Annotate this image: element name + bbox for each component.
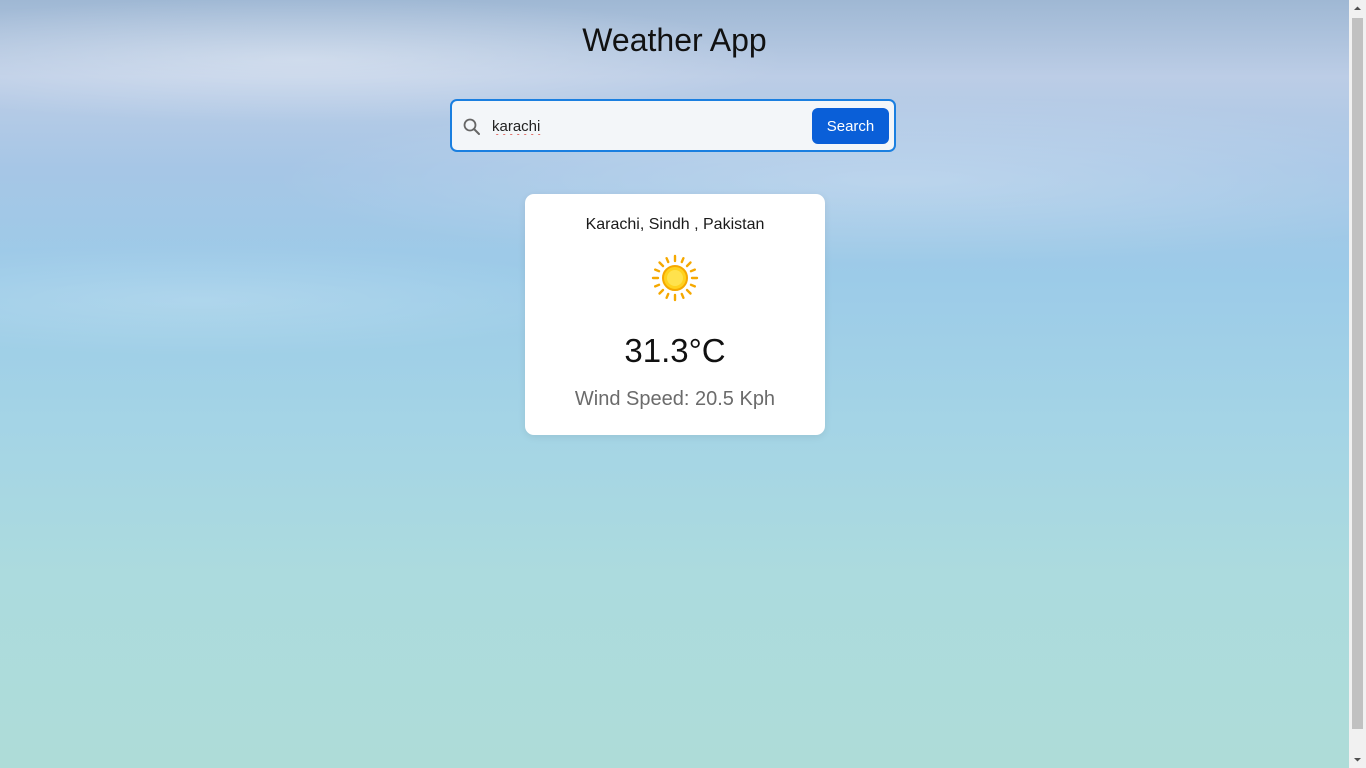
- search-bar: Search: [450, 99, 896, 152]
- search-button[interactable]: Search: [812, 108, 889, 144]
- weather-card: Karachi, Sindh , Pakistan 31.3°C Wind Sp…: [525, 194, 825, 435]
- scroll-down-icon[interactable]: [1349, 751, 1366, 768]
- weather-page: Weather App Search Karachi, Sindh , Paki…: [0, 0, 1349, 768]
- temperature-value: 31.3°C: [624, 332, 726, 369]
- location-label: Karachi, Sindh , Pakistan: [585, 216, 765, 233]
- page-title: Weather App: [582, 22, 767, 58]
- vertical-scrollbar[interactable]: [1349, 0, 1366, 768]
- wind-speed-label: Wind Speed: 20.5 Kph: [574, 388, 776, 410]
- sun-icon: [651, 254, 699, 302]
- browser-viewport: Weather App Search Karachi, Sindh , Paki…: [0, 0, 1366, 768]
- search-input[interactable]: [492, 111, 802, 141]
- search-icon: [462, 117, 482, 137]
- scrollbar-thumb[interactable]: [1352, 18, 1363, 729]
- scroll-up-icon[interactable]: [1349, 0, 1366, 17]
